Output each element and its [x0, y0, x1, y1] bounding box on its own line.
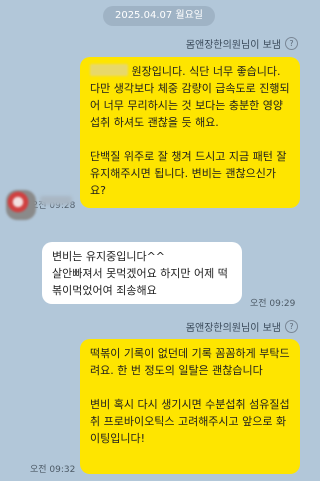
- sender-label: 몸앤장한의원님이 보냄 ?: [186, 36, 298, 51]
- message-bubble-sent[interactable]: 떡볶이 기록이 없던데 기록 꼼꼼하게 부탁드려요. 한 번 정도의 일탈은 괜…: [80, 339, 300, 474]
- avatar[interactable]: [6, 190, 36, 220]
- sender-label: 몸앤장한의원님이 보냄 ?: [186, 319, 298, 334]
- message-time: 오전 09:29: [250, 299, 296, 309]
- redacted-sender-name: [40, 196, 72, 205]
- sender-name: 몸앤장한의원님이 보냄: [185, 40, 281, 51]
- redacted-name: [90, 64, 128, 76]
- date-divider: 2025.04.07 월요일: [103, 6, 215, 26]
- message-time: 오전 09:32: [30, 465, 76, 475]
- sender-name: 몸앤장한의원님이 보냄: [185, 323, 281, 334]
- message-text: 원장입니다. 식단 너무 좋습니다. 다만 생각보다 체중 감량이 급속도로 진…: [90, 65, 290, 197]
- message-bubble-sent[interactable]: 원장입니다. 식단 너무 좋습니다. 다만 생각보다 체중 감량이 급속도로 진…: [80, 57, 300, 208]
- message-bubble-received[interactable]: 변비는 유지중입니다^^ 살안빠져서 못먹겠어요 하지만 어제 떡볶이먹었어여 …: [42, 242, 242, 304]
- question-circle-icon[interactable]: ?: [285, 37, 298, 50]
- question-circle-icon[interactable]: ?: [285, 320, 298, 333]
